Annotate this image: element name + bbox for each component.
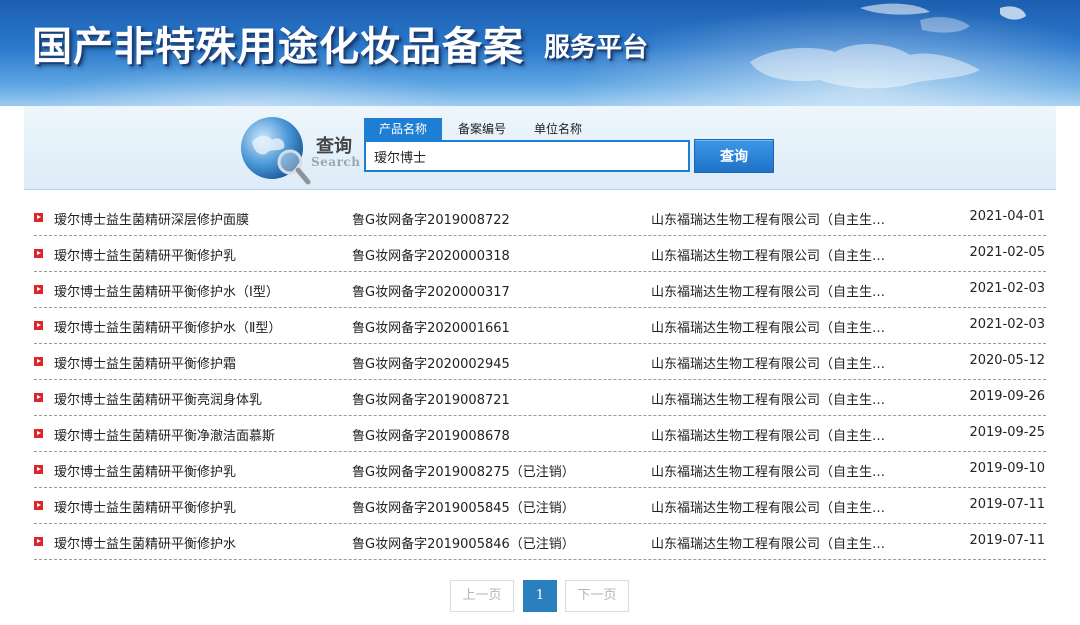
list-item[interactable]: 瑷尔博士益生菌精研深层修护面膜 鲁G妆网备字2019008722 山东福瑞达生物… — [34, 200, 1046, 236]
product-name[interactable]: 瑷尔博士益生菌精研平衡修护乳 — [54, 245, 354, 264]
world-map-decoration — [750, 3, 1026, 89]
filing-number: 鲁G妆网备字2019008678 — [352, 429, 510, 444]
prev-page-button[interactable]: 上一页 — [450, 580, 514, 612]
list-item[interactable]: 瑷尔博士益生菌精研平衡修护霜 鲁G妆网备字2020002945 山东福瑞达生物工… — [34, 344, 1046, 380]
list-item[interactable]: 瑷尔博士益生菌精研平衡修护乳 鲁G妆网备字2019008275（已注销） 山东福… — [34, 452, 1046, 488]
search-panel: 查询 Search 产品名称 备案编号 单位名称 查询 — [24, 106, 1056, 190]
bullet-icon — [34, 357, 43, 366]
list-item[interactable]: 瑷尔博士益生菌精研平衡修护乳 鲁G妆网备字2019005845（已注销） 山东福… — [34, 488, 1046, 524]
results-list: 瑷尔博士益生菌精研深层修护面膜 鲁G妆网备字2019008722 山东福瑞达生物… — [34, 200, 1046, 560]
filing-number: 鲁G妆网备字2019008722 — [352, 213, 510, 228]
filing-number: 鲁G妆网备字2019005846（已注销） — [352, 537, 575, 552]
filing-date: 2021-02-03 — [969, 317, 1045, 332]
tab-filing-number[interactable]: 备案编号 — [444, 118, 520, 140]
site-title: 国产非特殊用途化妆品备案 — [32, 23, 524, 70]
filing-number: 鲁G妆网备字2020000317 — [352, 285, 510, 300]
bullet-icon — [34, 285, 43, 294]
product-name[interactable]: 瑷尔博士益生菌精研平衡亮润身体乳 — [54, 389, 354, 408]
company-name: 山东福瑞达生物工程有限公司（自主生… — [651, 465, 886, 480]
search-tabs: 产品名称 备案编号 单位名称 — [364, 118, 596, 140]
company-name: 山东福瑞达生物工程有限公司（自主生… — [651, 249, 886, 264]
product-name[interactable]: 瑷尔博士益生菌精研平衡修护水（Ⅱ型） — [54, 317, 354, 336]
site-subtitle: 服务平台 — [544, 33, 649, 63]
product-name[interactable]: 瑷尔博士益生菌精研平衡修护乳 — [54, 497, 354, 516]
filing-date: 2021-04-01 — [969, 209, 1045, 224]
bullet-icon — [34, 393, 43, 402]
header-banner: 国产非特殊用途化妆品备案 服务平台 — [0, 0, 1080, 106]
product-name[interactable]: 瑷尔博士益生菌精研平衡修护水 — [54, 533, 354, 552]
product-name[interactable]: 瑷尔博士益生菌精研深层修护面膜 — [54, 209, 354, 228]
list-item[interactable]: 瑷尔博士益生菌精研平衡修护乳 鲁G妆网备字2020000318 山东福瑞达生物工… — [34, 236, 1046, 272]
filing-number: 鲁G妆网备字2019005845（已注销） — [352, 501, 575, 516]
company-name: 山东福瑞达生物工程有限公司（自主生… — [651, 213, 886, 228]
tab-company-name[interactable]: 单位名称 — [520, 118, 596, 140]
list-item[interactable]: 瑷尔博士益生菌精研平衡修护水（I型） 鲁G妆网备字2020000317 山东福瑞… — [34, 272, 1046, 308]
filing-number: 鲁G妆网备字2019008275（已注销） — [352, 465, 575, 480]
filing-date: 2019-09-25 — [969, 425, 1045, 440]
filing-date: 2020-05-12 — [969, 353, 1045, 368]
filing-number: 鲁G妆网备字2019008721 — [352, 393, 510, 408]
filing-date: 2019-09-26 — [969, 389, 1045, 404]
company-name: 山东福瑞达生物工程有限公司（自主生… — [651, 429, 886, 444]
list-item[interactable]: 瑷尔博士益生菌精研平衡修护水 鲁G妆网备字2019005846（已注销） 山东福… — [34, 524, 1046, 560]
bullet-icon — [34, 465, 43, 474]
company-name: 山东福瑞达生物工程有限公司（自主生… — [651, 537, 886, 552]
search-label-en: Search — [311, 155, 361, 169]
page-1-button[interactable]: 1 — [523, 580, 557, 612]
list-item[interactable]: 瑷尔博士益生菌精研平衡修护水（Ⅱ型） 鲁G妆网备字2020001661 山东福瑞… — [34, 308, 1046, 344]
company-name: 山东福瑞达生物工程有限公司（自主生… — [651, 357, 886, 372]
filing-date: 2019-07-11 — [969, 497, 1045, 512]
company-name: 山东福瑞达生物工程有限公司（自主生… — [651, 285, 886, 300]
filing-number: 鲁G妆网备字2020000318 — [352, 249, 510, 264]
bullet-icon — [34, 537, 43, 546]
tab-product-name[interactable]: 产品名称 — [364, 118, 443, 140]
filing-date: 2019-09-10 — [969, 461, 1045, 476]
filing-date: 2021-02-03 — [969, 281, 1045, 296]
filing-date: 2019-07-11 — [969, 533, 1045, 548]
product-name[interactable]: 瑷尔博士益生菌精研平衡修护乳 — [54, 461, 354, 480]
filing-number: 鲁G妆网备字2020001661 — [352, 321, 510, 336]
product-name[interactable]: 瑷尔博士益生菌精研平衡净澈洁面慕斯 — [54, 425, 354, 444]
globe-magnifier-icon — [241, 117, 311, 185]
company-name: 山东福瑞达生物工程有限公司（自主生… — [651, 321, 886, 336]
bullet-icon — [34, 501, 43, 510]
bullet-icon — [34, 321, 43, 330]
bullet-icon — [34, 213, 43, 222]
search-button[interactable]: 查询 — [694, 139, 774, 173]
list-item[interactable]: 瑷尔博士益生菌精研平衡亮润身体乳 鲁G妆网备字2019008721 山东福瑞达生… — [34, 380, 1046, 416]
bullet-icon — [34, 429, 43, 438]
filing-date: 2021-02-05 — [969, 245, 1045, 260]
product-name[interactable]: 瑷尔博士益生菌精研平衡修护霜 — [54, 353, 354, 372]
filing-number: 鲁G妆网备字2020002945 — [352, 357, 510, 372]
company-name: 山东福瑞达生物工程有限公司（自主生… — [651, 501, 886, 516]
next-page-button[interactable]: 下一页 — [565, 580, 629, 612]
company-name: 山东福瑞达生物工程有限公司（自主生… — [651, 393, 886, 408]
list-item[interactable]: 瑷尔博士益生菌精研平衡净澈洁面慕斯 鲁G妆网备字2019008678 山东福瑞达… — [34, 416, 1046, 452]
product-name[interactable]: 瑷尔博士益生菌精研平衡修护水（I型） — [54, 281, 354, 300]
bullet-icon — [34, 249, 43, 258]
search-input[interactable] — [364, 140, 690, 172]
